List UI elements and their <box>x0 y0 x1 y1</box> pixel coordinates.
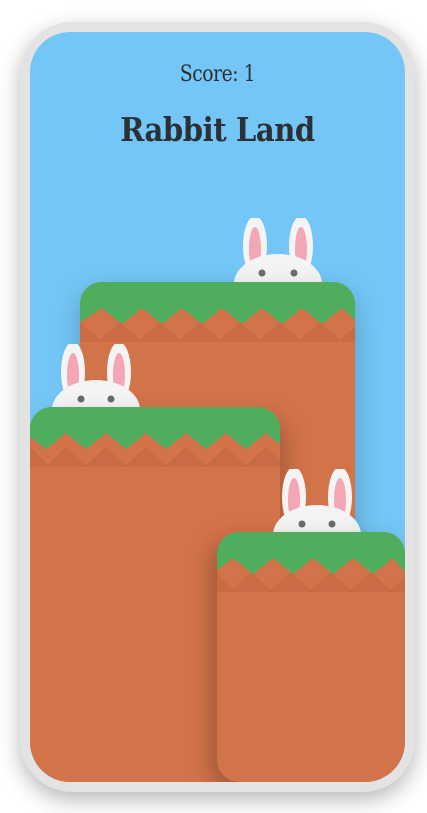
rabbit-eye-right <box>107 395 115 403</box>
grass-top <box>217 532 405 592</box>
game-screen[interactable]: Score: 1 Rabbit Land <box>30 32 405 782</box>
rabbit-eye-left <box>77 395 85 403</box>
rabbit-eye-left <box>258 269 266 277</box>
rabbit-right[interactable] <box>272 469 362 539</box>
score-label: Score: 1 <box>179 62 256 87</box>
rabbit-eye-right <box>328 520 336 528</box>
right-pillar[interactable] <box>217 532 405 782</box>
grass-top <box>30 407 280 467</box>
rabbit-eye-left <box>298 520 306 528</box>
rabbit-top[interactable] <box>233 218 323 288</box>
grass-top <box>80 282 355 342</box>
rabbit-eye-right <box>290 269 298 277</box>
game-title: Rabbit Land <box>120 110 315 149</box>
rabbit-left[interactable] <box>51 344 141 414</box>
